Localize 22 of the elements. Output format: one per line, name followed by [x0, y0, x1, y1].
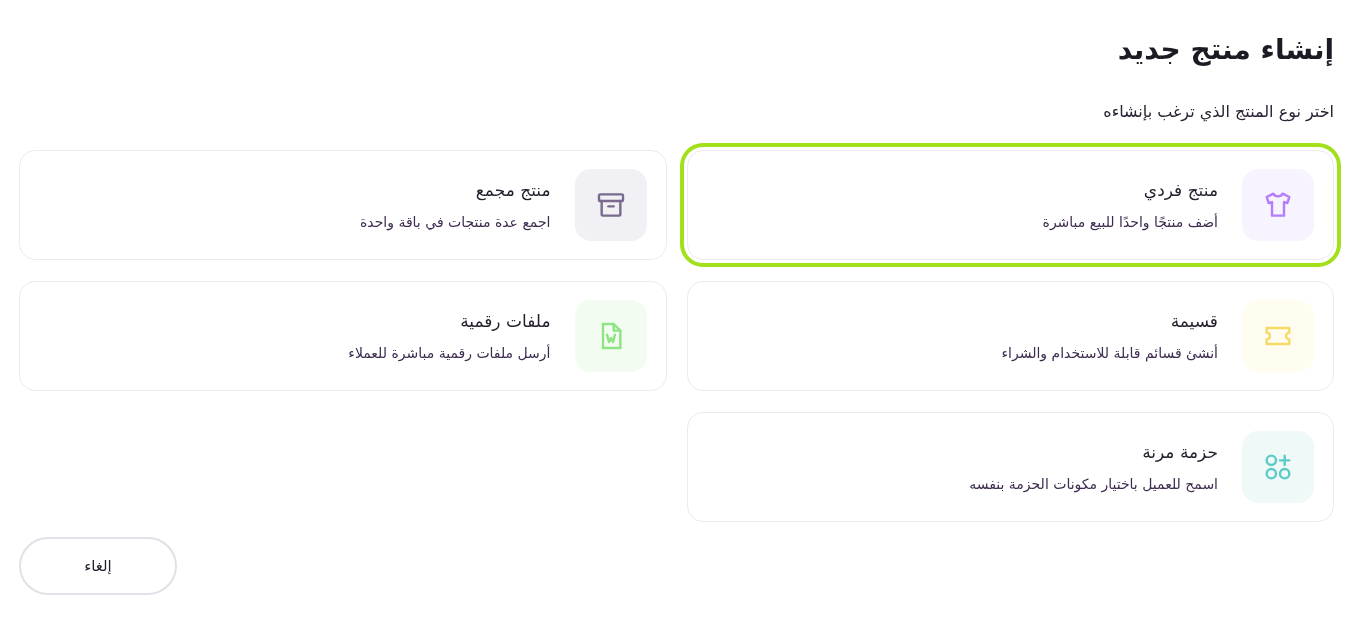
- product-type-card[interactable]: ملفات رقمية أرسل ملفات رقمية مباشرة للعملاء: [19, 281, 667, 391]
- t-shirt-icon: [1242, 169, 1314, 241]
- product-type-card[interactable]: منتج مجمع اجمع عدة منتجات في باقة واحدة: [19, 150, 667, 260]
- circles-plus-icon: [1242, 431, 1314, 503]
- card-description: أنشئ قسائم قابلة للاستخدام والشراء: [1001, 343, 1218, 363]
- product-type-card[interactable]: حزمة مرنة اسمح للعميل باختيار مكونات الحزمة بنفسه: [686, 412, 1334, 522]
- ticket-icon: [1242, 300, 1314, 372]
- dialog-subtitle: اختر نوع المنتج الذي ترغب بإنشاءه: [1102, 101, 1334, 124]
- card-title: منتج فردي: [1143, 179, 1218, 202]
- card-title: حزمة مرنة: [1142, 441, 1218, 464]
- card-title: منتج مجمع: [475, 179, 551, 202]
- card-title: قسيمة: [1170, 310, 1218, 333]
- card-description: اسمح للعميل باختيار مكونات الحزمة بنفسه: [969, 475, 1218, 494]
- cancel-button[interactable]: إلغاء: [19, 537, 177, 595]
- document-icon: [574, 300, 647, 372]
- archive-box-icon: [574, 169, 647, 241]
- dialog-title: إنشاء منتج جديد: [1116, 32, 1334, 68]
- card-title: ملفات رقمية: [460, 310, 551, 333]
- card-description: أرسل ملفات رقمية مباشرة للعملاء: [348, 343, 551, 363]
- card-description: اجمع عدة منتجات في باقة واحدة: [359, 213, 551, 232]
- card-description: أضف منتجًا واحدًا للبيع مباشرة: [1042, 212, 1218, 232]
- product-type-card[interactable]: قسيمة أنشئ قسائم قابلة للاستخدام والشراء: [686, 281, 1334, 391]
